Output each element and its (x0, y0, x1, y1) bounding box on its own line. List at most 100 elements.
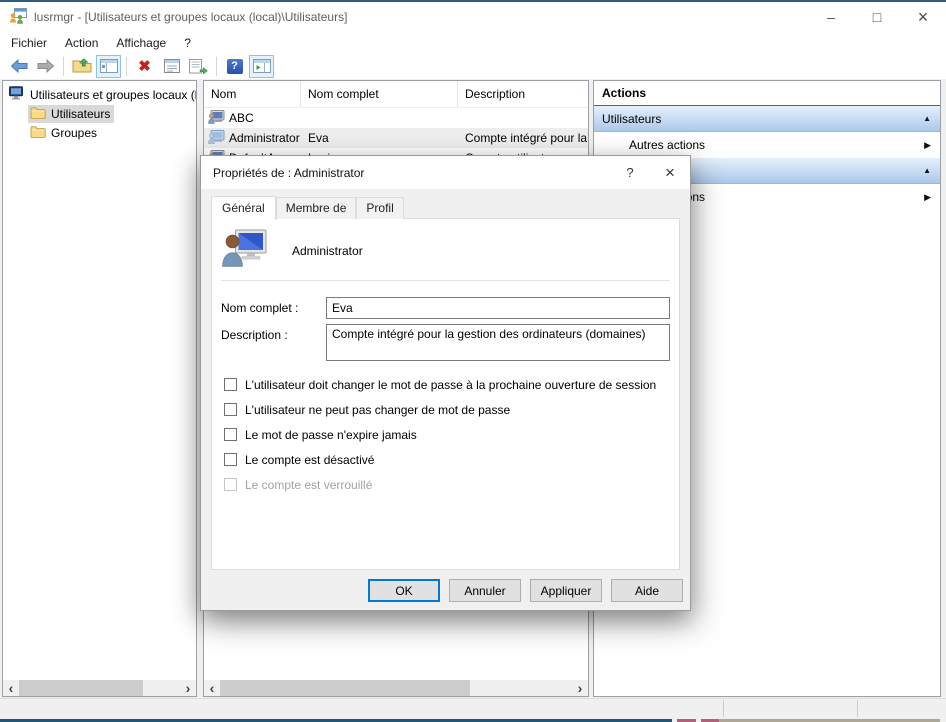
tab-profil[interactable]: Profil (356, 197, 404, 219)
toolbar-separator (216, 56, 217, 76)
description-label: Description : (221, 328, 288, 342)
tab-membre-de[interactable]: Membre de (275, 197, 357, 219)
cell-nom-complet: Eva (308, 131, 329, 145)
column-header-description[interactable]: Description (458, 81, 588, 107)
list-header: Nom Nom complet Description (204, 81, 588, 108)
status-bar (0, 698, 946, 718)
checkbox-icon[interactable] (224, 403, 237, 416)
checkbox-label: L'utilisateur doit changer le mot de pas… (245, 377, 657, 392)
user-name-label: Administrator (292, 244, 363, 258)
actions-section-utilisateurs[interactable]: Utilisateurs ▲ (594, 106, 940, 132)
app-icon (9, 7, 27, 27)
dialog-help-button[interactable]: ? (610, 156, 650, 189)
cell-nom: ABC (229, 111, 254, 125)
statusbar-separator (723, 700, 724, 717)
divider (221, 280, 670, 281)
cell-description: Compte intégré pour la (465, 131, 588, 145)
tree-item-label: Utilisateurs (51, 106, 111, 121)
full-name-label: Nom complet : (221, 301, 299, 315)
help-icon[interactable]: ? (222, 55, 247, 78)
dialog-title: Propriétés de : Administrator (213, 165, 365, 180)
up-one-level-icon[interactable] (69, 55, 94, 78)
tree-horizontal-scrollbar[interactable]: ‹ › (3, 680, 196, 696)
checkbox-label: Le compte est désactivé (245, 452, 375, 467)
collapse-icon[interactable]: ▲ (923, 114, 931, 123)
menu-help[interactable]: ? (175, 34, 200, 52)
column-header-nom-complet[interactable]: Nom complet (301, 81, 458, 107)
lusrmgr-window: lusrmgr - [Utilisateurs et groupes locau… (0, 0, 946, 722)
console-tree-panel: Utilisateurs et groupes locaux (local) U… (2, 80, 197, 697)
scroll-thumb[interactable] (220, 680, 470, 696)
actions-panel-title: Actions (594, 81, 940, 106)
checkbox-icon[interactable] (224, 378, 237, 391)
checkbox-password-never-expires[interactable]: Le mot de passe n'expire jamais (224, 422, 671, 447)
scroll-right-icon[interactable]: › (180, 680, 196, 696)
ok-button[interactable]: OK (368, 579, 440, 602)
actions-section-label: Utilisateurs (602, 111, 662, 126)
tab-page-general: Administrator Nom complet : Description … (211, 218, 680, 570)
folder-icon (30, 125, 46, 141)
cancel-button[interactable]: Annuler (449, 579, 521, 602)
menu-affichage[interactable]: Affichage (107, 34, 175, 52)
user-identity-row: Administrator (222, 229, 669, 273)
minimize-button[interactable]: – (808, 2, 854, 32)
scroll-left-icon[interactable]: ‹ (3, 680, 19, 696)
tree-root-local-users-groups[interactable]: Utilisateurs et groupes locaux (local) (3, 85, 196, 104)
tree-item-utilisateurs[interactable]: Utilisateurs (3, 104, 196, 123)
statusbar-separator (857, 700, 858, 717)
back-icon[interactable] (6, 55, 31, 78)
delete-icon[interactable]: ✖ (132, 55, 157, 78)
dialog-close-button[interactable]: × (650, 156, 690, 189)
folder-icon (30, 106, 46, 122)
export-list-icon[interactable] (186, 55, 211, 78)
forward-icon[interactable] (33, 55, 58, 78)
menu-fichier[interactable]: Fichier (2, 34, 56, 52)
user-row-administrator[interactable]: Administrator Eva Compte intégré pour la (204, 128, 588, 148)
window-title: lusrmgr - [Utilisateurs et groupes locau… (34, 10, 348, 24)
checkbox-label: L'utilisateur ne peut pas changer de mot… (245, 402, 511, 417)
checkbox-account-locked: Le compte est verrouillé (224, 472, 671, 497)
checkbox-account-disabled[interactable]: Le compte est désactivé (224, 447, 671, 472)
maximize-button[interactable]: □ (854, 2, 900, 32)
tree-item-groupes[interactable]: Groupes (3, 123, 196, 142)
action-item-label: Autres actions (629, 138, 706, 152)
checkbox-icon[interactable] (224, 428, 237, 441)
show-console-tree-icon[interactable] (96, 54, 121, 78)
collapse-icon[interactable]: ▲ (923, 166, 931, 175)
list-horizontal-scrollbar[interactable]: ‹ › (204, 680, 588, 696)
menu-bar: Fichier Action Affichage ? (0, 32, 946, 53)
properties-icon[interactable] (159, 55, 184, 78)
description-input[interactable]: Compte intégré pour la gestion des ordin… (326, 324, 670, 361)
show-action-pane-icon[interactable] (249, 54, 274, 78)
user-icon (208, 109, 225, 127)
computer-icon (8, 85, 25, 104)
user-at-computer-icon (222, 229, 268, 274)
scroll-thumb[interactable] (19, 680, 143, 696)
dialog-buttons: OK Annuler Appliquer Aide (368, 579, 683, 602)
dialog-title-bar[interactable]: Propriétés de : Administrator ? × (201, 156, 690, 189)
window-controls: – □ × (808, 2, 946, 32)
full-name-field-row: Nom complet : (221, 297, 670, 319)
taskbar-edge (0, 718, 946, 722)
apply-button[interactable]: Appliquer (530, 579, 602, 602)
toolbar-separator (63, 56, 64, 76)
checkbox-label: Le mot de passe n'expire jamais (245, 427, 417, 442)
checkbox-must-change-password[interactable]: L'utilisateur doit changer le mot de pas… (224, 372, 671, 397)
tree-root-label: Utilisateurs et groupes locaux (local) (30, 87, 196, 102)
title-bar[interactable]: lusrmgr - [Utilisateurs et groupes locau… (0, 2, 946, 32)
scroll-left-icon[interactable]: ‹ (204, 680, 220, 696)
toolbar: ✖ ? (0, 53, 946, 79)
checkbox-label: Le compte est verrouillé (245, 477, 373, 492)
checkbox-icon[interactable] (224, 453, 237, 466)
full-name-input[interactable] (326, 297, 670, 319)
menu-action[interactable]: Action (56, 34, 107, 52)
scroll-right-icon[interactable]: › (572, 680, 588, 696)
help-button[interactable]: Aide (611, 579, 683, 602)
close-button[interactable]: × (900, 2, 946, 32)
tab-general[interactable]: Général (211, 196, 276, 220)
submenu-arrow-icon: ▶ (924, 139, 931, 150)
checkbox-cannot-change-password[interactable]: L'utilisateur ne peut pas changer de mot… (224, 397, 671, 422)
column-header-nom[interactable]: Nom (204, 81, 301, 107)
user-row-abc[interactable]: ABC (204, 108, 588, 128)
properties-dialog: Propriétés de : Administrator ? × Généra… (200, 155, 691, 611)
